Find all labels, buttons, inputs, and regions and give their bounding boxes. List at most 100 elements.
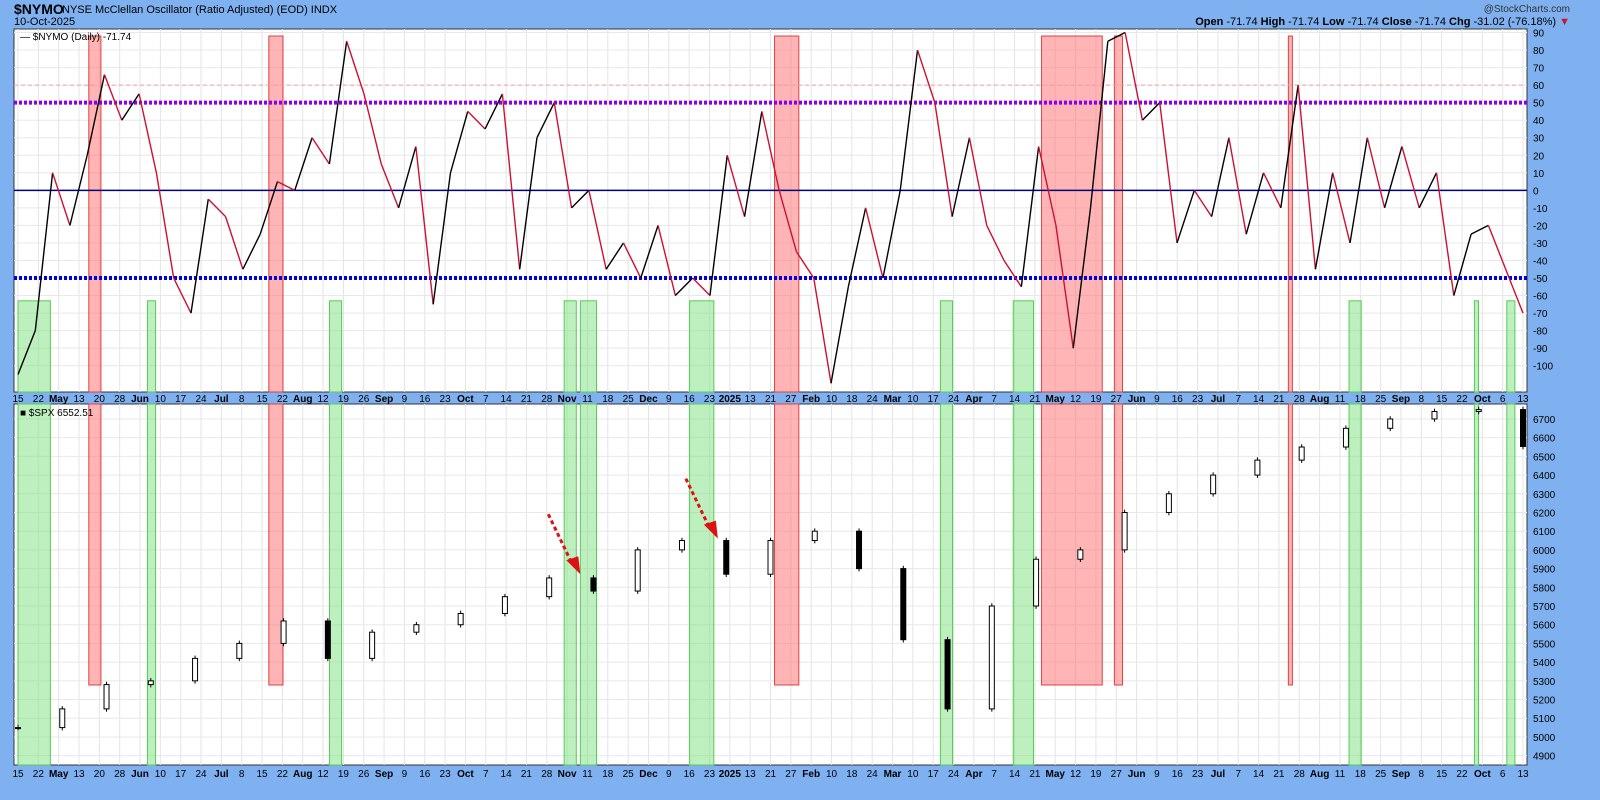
candle-body bbox=[900, 568, 907, 641]
x-tick-label: Jun bbox=[1128, 769, 1146, 780]
x-tick-label: 17 bbox=[928, 769, 940, 780]
candle-body bbox=[1520, 409, 1526, 447]
x-tick-label: 10 bbox=[155, 394, 167, 405]
red-zone bbox=[268, 35, 284, 393]
x-tick-label: 28 bbox=[114, 769, 126, 780]
x-tick-label: May bbox=[49, 769, 69, 780]
x-tick-label: 28 bbox=[541, 394, 553, 405]
green-zone bbox=[563, 300, 577, 393]
x-tick-label: Jun bbox=[131, 769, 149, 780]
green-zone bbox=[1506, 300, 1516, 393]
green-zone bbox=[1473, 300, 1479, 393]
x-tick-label: 18 bbox=[602, 769, 614, 780]
nymo-legend: — $NYMO (Daily) -71.74 bbox=[20, 32, 132, 43]
y-tick-label: 50 bbox=[1533, 99, 1545, 110]
candle-body bbox=[811, 530, 818, 542]
candle-body bbox=[1165, 493, 1172, 513]
x-tick-label: 24 bbox=[195, 769, 207, 780]
x-tick-label: Aug bbox=[1310, 394, 1329, 405]
x-tick-label: 2025 bbox=[719, 394, 742, 405]
x-tick-label: 22 bbox=[1456, 769, 1468, 780]
x-tick-label: 25 bbox=[1375, 769, 1387, 780]
y-tick-label: 10 bbox=[1533, 169, 1545, 180]
y-tick-label: 6200 bbox=[1533, 508, 1556, 519]
green-zone bbox=[689, 300, 715, 393]
x-tick-label: 25 bbox=[623, 769, 635, 780]
candle-body bbox=[856, 530, 863, 570]
y-tick-label: 5400 bbox=[1533, 658, 1556, 669]
red-zone bbox=[774, 403, 800, 686]
candle-body bbox=[324, 620, 331, 659]
x-tick-label: 15 bbox=[12, 394, 24, 405]
x-tick-label: 22 bbox=[33, 394, 45, 405]
x-tick-label: Aug bbox=[1310, 769, 1329, 780]
x-tick-label: 27 bbox=[1111, 769, 1123, 780]
x-tick-label: 16 bbox=[684, 769, 696, 780]
x-tick-label: 25 bbox=[1375, 394, 1387, 405]
x-tick-label: 14 bbox=[501, 394, 513, 405]
x-tick-label: Dec bbox=[639, 769, 658, 780]
x-tick-label: May bbox=[1046, 394, 1066, 405]
x-tick-label: 19 bbox=[1090, 394, 1102, 405]
candle-body bbox=[944, 639, 951, 710]
x-tick-label: 18 bbox=[1355, 769, 1367, 780]
x-tick-label: Oct bbox=[1474, 394, 1491, 405]
candle-body bbox=[1077, 549, 1084, 560]
x-tick-label: 12 bbox=[1070, 769, 1082, 780]
x-tick-label: 26 bbox=[358, 394, 370, 405]
x-tick-label: 8 bbox=[239, 769, 245, 780]
x-tick-label: 7 bbox=[991, 394, 997, 405]
x-tick-label: 12 bbox=[318, 394, 330, 405]
x-tick-label: 24 bbox=[867, 769, 879, 780]
x-tick-label: 21 bbox=[1029, 769, 1041, 780]
green-zone bbox=[563, 403, 577, 766]
x-tick-label: 23 bbox=[704, 394, 716, 405]
x-tick-label: 22 bbox=[277, 394, 289, 405]
candle-body bbox=[1298, 446, 1305, 461]
red-zone bbox=[1113, 35, 1123, 393]
chart-area: 15 15 22 22 May May 13 13 20 20 28 28 Jun Jun 10 10 17 17… bbox=[12, 28, 1556, 780]
y-tick-label: 6600 bbox=[1533, 434, 1556, 445]
green-zone bbox=[329, 403, 343, 766]
candle-body bbox=[1121, 511, 1128, 551]
red-zone bbox=[1041, 403, 1103, 686]
red-zone bbox=[88, 35, 102, 393]
x-tick-label: 23 bbox=[440, 769, 452, 780]
x-tick-label: 16 bbox=[419, 769, 431, 780]
spx-legend: ■ $SPX 6552.51 bbox=[20, 408, 94, 419]
red-zone bbox=[1113, 403, 1123, 686]
x-tick-label: 6 bbox=[1500, 769, 1506, 780]
x-tick-label: 20 bbox=[94, 394, 106, 405]
x-tick-label: 13 bbox=[745, 769, 757, 780]
y-tick-label: 90 bbox=[1533, 29, 1545, 40]
y-tick-label: 5000 bbox=[1533, 733, 1556, 744]
green-zone bbox=[1012, 300, 1034, 393]
y-tick-label: 6500 bbox=[1533, 452, 1556, 463]
x-tick-label: 10 bbox=[826, 394, 838, 405]
x-tick-label: 21 bbox=[521, 394, 533, 405]
x-tick-label: Mar bbox=[884, 394, 902, 405]
x-tick-label: 24 bbox=[195, 394, 207, 405]
x-tick-label: 10 bbox=[155, 769, 167, 780]
x-tick-label: 23 bbox=[1192, 394, 1204, 405]
x-tick-label: 22 bbox=[1456, 394, 1468, 405]
x-tick-label: Jun bbox=[1128, 394, 1146, 405]
red-zone bbox=[1287, 403, 1293, 686]
x-tick-label: Aug bbox=[293, 394, 312, 405]
x-tick-label: 21 bbox=[1273, 769, 1285, 780]
x-tick-label: 9 bbox=[1154, 769, 1160, 780]
red-zone bbox=[774, 35, 800, 393]
x-tick-label: 16 bbox=[1172, 394, 1184, 405]
x-tick-label: 24 bbox=[948, 769, 960, 780]
candle-body bbox=[103, 684, 110, 710]
y-tick-label: -80 bbox=[1533, 327, 1548, 338]
x-tick-label: Feb bbox=[802, 394, 820, 405]
x-tick-label: 19 bbox=[1090, 769, 1102, 780]
candle-body bbox=[590, 577, 597, 592]
x-tick-label: Nov bbox=[558, 394, 577, 405]
green-zone bbox=[579, 300, 598, 393]
x-tick-label: 7 bbox=[991, 769, 997, 780]
x-tick-label: Oct bbox=[1474, 769, 1491, 780]
x-tick-label: 11 bbox=[582, 769, 593, 780]
x-tick-label: 7 bbox=[483, 394, 489, 405]
